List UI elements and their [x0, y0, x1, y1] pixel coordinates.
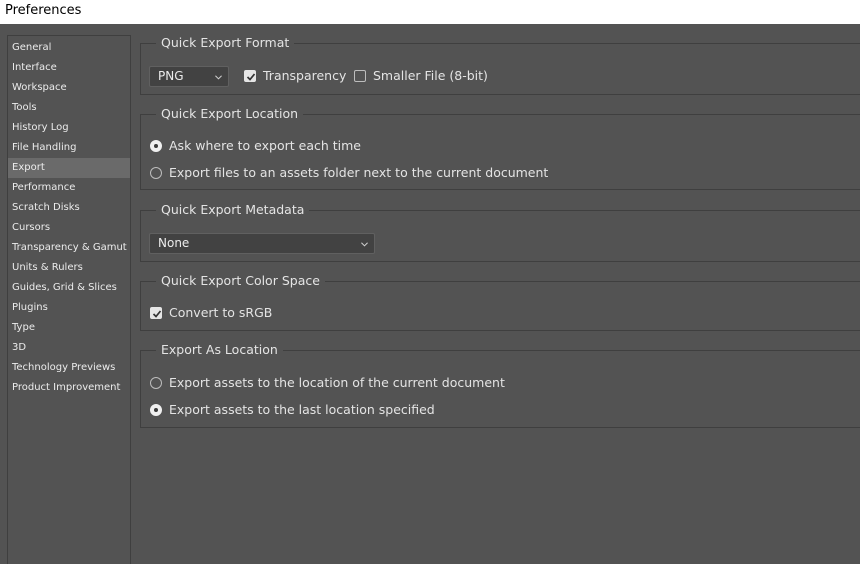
ask-where-label: Ask where to export each time	[169, 138, 361, 153]
sidebar-item-type[interactable]: Type	[8, 318, 130, 338]
sidebar-item-general[interactable]: General	[8, 38, 130, 58]
export-as-location-title: Export As Location	[156, 342, 283, 357]
quick-export-location-title: Quick Export Location	[156, 106, 304, 121]
assets-folder-radio[interactable]	[150, 166, 162, 179]
assets-folder-label: Export files to an assets folder next to…	[169, 165, 549, 180]
checkmark-icon	[152, 309, 162, 318]
transparency-option[interactable]: Transparency	[244, 68, 346, 83]
sidebar-item-transparency-gamut[interactable]: Transparency & Gamut	[8, 238, 130, 258]
last-location-radio[interactable]	[150, 403, 162, 416]
preferences-sidebar: General Interface Workspace Tools Histor…	[7, 35, 131, 564]
sidebar-item-export[interactable]: Export	[8, 158, 130, 178]
sidebar-item-file-handling[interactable]: File Handling	[8, 138, 130, 158]
sidebar-item-cursors[interactable]: Cursors	[8, 218, 130, 238]
sidebar-item-history-log[interactable]: History Log	[8, 118, 130, 138]
ask-where-option[interactable]: Ask where to export each time	[150, 138, 361, 153]
chevron-down-icon	[361, 242, 368, 247]
sidebar-item-workspace[interactable]: Workspace	[8, 78, 130, 98]
current-document-radio[interactable]	[150, 376, 162, 389]
last-location-label: Export assets to the last location speci…	[169, 402, 435, 417]
metadata-select[interactable]: None	[149, 233, 375, 254]
ask-where-radio[interactable]	[150, 139, 162, 152]
current-document-option[interactable]: Export assets to the location of the cur…	[150, 375, 505, 390]
quick-export-location-group: Quick Export Location Ask where to expor…	[140, 106, 860, 190]
smaller-file-option[interactable]: Smaller File (8-bit)	[354, 68, 488, 83]
quick-export-format-title: Quick Export Format	[156, 35, 295, 50]
format-select[interactable]: PNG	[149, 66, 229, 87]
convert-srgb-checkbox[interactable]	[150, 306, 162, 319]
checkmark-icon	[246, 72, 256, 81]
sidebar-item-scratch-disks[interactable]: Scratch Disks	[8, 198, 130, 218]
metadata-select-value: None	[158, 236, 190, 250]
sidebar-item-plugins[interactable]: Plugins	[8, 298, 130, 318]
quick-export-color-space-title: Quick Export Color Space	[156, 273, 325, 288]
transparency-label: Transparency	[263, 68, 347, 83]
quick-export-format-group: Quick Export Format PNG Transparency Sma…	[140, 35, 860, 95]
current-document-label: Export assets to the location of the cur…	[169, 375, 505, 390]
format-select-value: PNG	[158, 69, 184, 83]
smaller-file-checkbox[interactable]	[354, 69, 366, 82]
smaller-file-label: Smaller File (8-bit)	[373, 68, 488, 83]
quick-export-color-space-group: Quick Export Color Space Convert to sRGB	[140, 273, 860, 331]
sidebar-item-tools[interactable]: Tools	[8, 98, 130, 118]
window-title: Preferences	[5, 3, 82, 18]
quick-export-metadata-title: Quick Export Metadata	[156, 202, 310, 217]
sidebar-item-guides-grid-slices[interactable]: Guides, Grid & Slices	[8, 278, 130, 298]
assets-folder-option[interactable]: Export files to an assets folder next to…	[150, 165, 548, 180]
export-as-location-group: Export As Location Export assets to the …	[140, 342, 860, 428]
sidebar-item-3d[interactable]: 3D	[8, 338, 130, 358]
sidebar-item-performance[interactable]: Performance	[8, 178, 130, 198]
sidebar-item-product-improvement[interactable]: Product Improvement	[8, 378, 130, 398]
chevron-down-icon	[215, 75, 222, 80]
convert-srgb-label: Convert to sRGB	[169, 305, 273, 320]
sidebar-item-technology-previews[interactable]: Technology Previews	[8, 358, 130, 378]
last-location-option[interactable]: Export assets to the last location speci…	[150, 402, 435, 417]
sidebar-item-interface[interactable]: Interface	[8, 58, 130, 78]
convert-srgb-option[interactable]: Convert to sRGB	[150, 305, 272, 320]
quick-export-metadata-group: Quick Export Metadata None	[140, 202, 860, 262]
sidebar-item-units-rulers[interactable]: Units & Rulers	[8, 258, 130, 278]
transparency-checkbox[interactable]	[244, 69, 256, 82]
window-title-bar: Preferences	[0, 0, 860, 24]
